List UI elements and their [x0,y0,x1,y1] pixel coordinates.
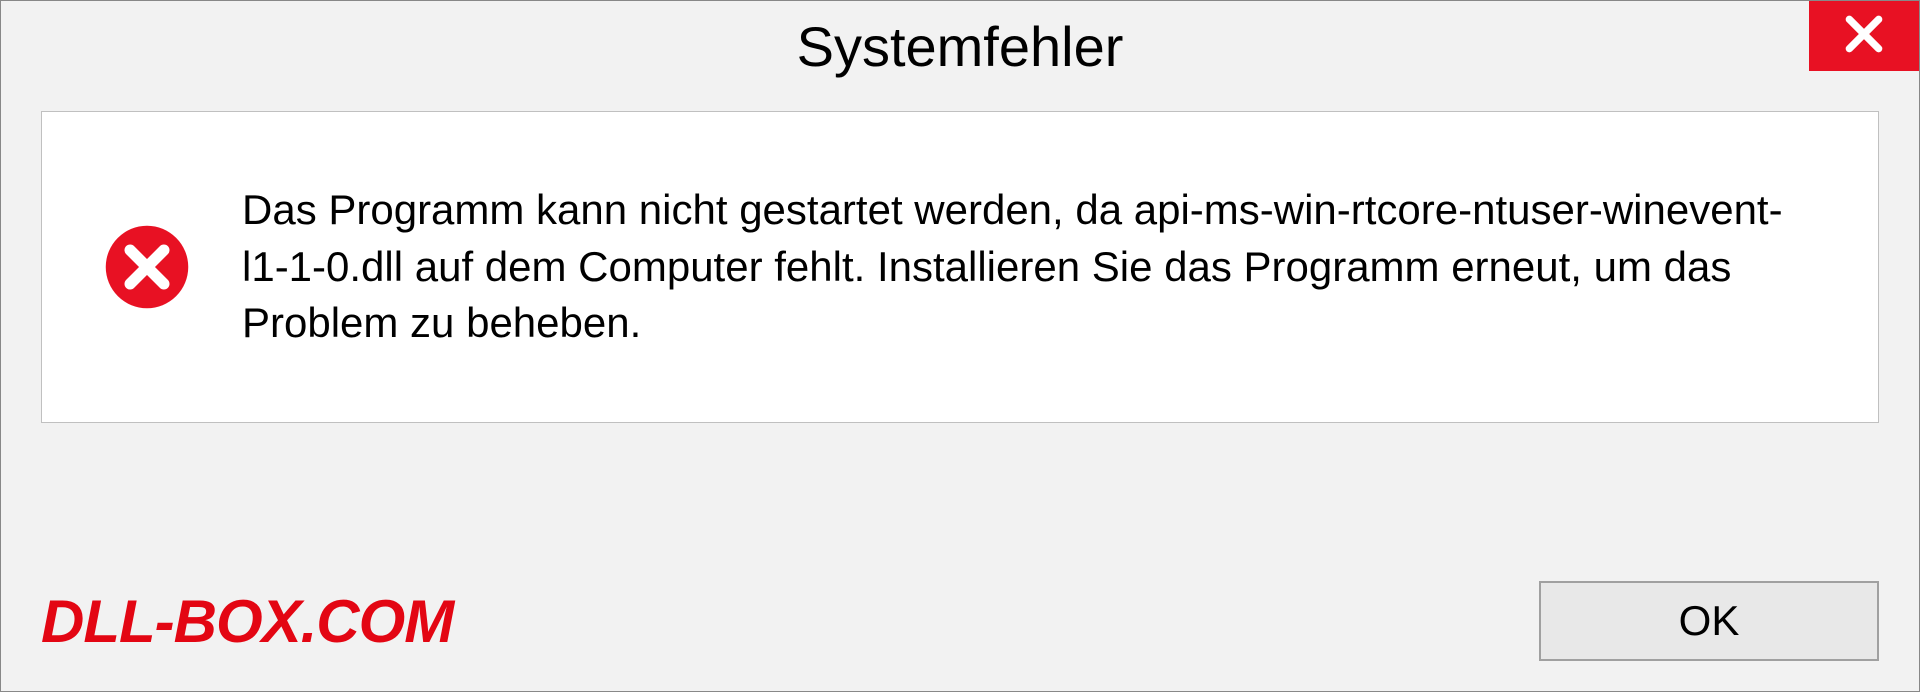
close-button[interactable] [1809,1,1919,71]
titlebar: Systemfehler [1,1,1919,91]
content-panel: Das Programm kann nicht gestartet werden… [41,111,1879,423]
error-icon [102,222,192,312]
footer: DLL-BOX.COM OK [41,581,1879,661]
ok-button[interactable]: OK [1539,581,1879,661]
dialog-title: Systemfehler [797,14,1124,79]
error-message: Das Programm kann nicht gestartet werden… [242,182,1818,352]
watermark-text: DLL-BOX.COM [41,587,453,656]
close-icon [1842,12,1886,61]
